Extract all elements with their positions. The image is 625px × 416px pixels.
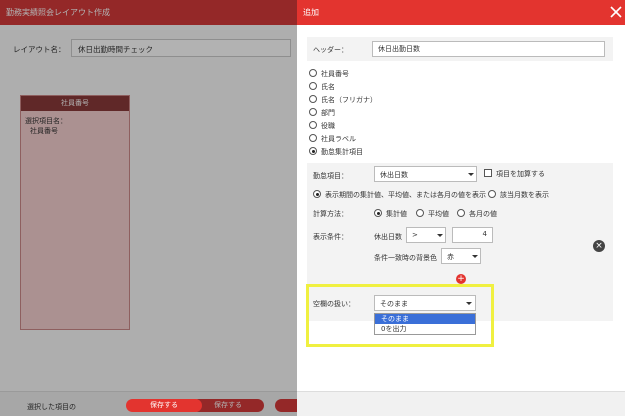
- chevron-down-icon: [466, 302, 472, 305]
- radio-label-display-months: 該当月数を表示: [500, 191, 549, 199]
- condition-value-input[interactable]: 4: [452, 227, 493, 243]
- attendance-item-value: 休出日数: [380, 171, 408, 179]
- match-bg-value: 赤: [447, 253, 454, 261]
- blank-handling-value: そのまま: [380, 300, 408, 308]
- panel-title: 追加: [303, 8, 319, 17]
- dropdown-option-zero[interactable]: 0を出力: [375, 324, 475, 334]
- radio-calc-total[interactable]: [374, 209, 382, 217]
- radio-department[interactable]: [309, 108, 317, 116]
- blank-handling-select[interactable]: そのまま: [374, 295, 476, 311]
- close-icon[interactable]: [608, 4, 624, 20]
- remove-condition-button[interactable]: ×: [593, 240, 605, 252]
- condition-operator-value: >: [412, 231, 418, 239]
- radio-display-months[interactable]: [488, 190, 496, 198]
- header-label: ヘッダー：: [313, 46, 348, 54]
- add-item-checkbox[interactable]: [484, 169, 492, 177]
- radio-name-kana[interactable]: [309, 95, 317, 103]
- match-bg-label: 条件一致時の背景色: [374, 254, 437, 262]
- radio-label-calc-monthly: 各月の値: [469, 210, 497, 218]
- modal-overlay[interactable]: [0, 0, 297, 416]
- radio-calc-average[interactable]: [416, 209, 424, 217]
- chevron-down-icon: [468, 173, 474, 176]
- radio-label-name: 氏名: [321, 83, 335, 91]
- condition-field: 休出日数: [374, 233, 402, 241]
- attendance-item-select[interactable]: 休出日数: [374, 166, 477, 182]
- radio-calc-monthly[interactable]: [457, 209, 465, 217]
- attendance-item-label: 勤怠項目：: [313, 172, 348, 180]
- radio-label-display-aggregate: 表示期間の集計値、平均値、または各月の値を表示: [325, 191, 486, 199]
- panel-header: 追加: [297, 0, 625, 25]
- radio-label-attendance-item: 勤怠集計項目: [321, 148, 363, 156]
- chevron-down-icon: [472, 255, 478, 258]
- radio-label-calc-total: 集計値: [386, 210, 407, 218]
- radio-label-name-kana: 氏名（フリガナ）: [321, 96, 377, 104]
- radio-display-aggregate[interactable]: [313, 190, 321, 198]
- radio-label-employee-label: 社員ラベル: [321, 135, 356, 143]
- radio-name[interactable]: [309, 82, 317, 90]
- add-condition-button[interactable]: +: [456, 274, 466, 284]
- display-condition-label: 表示条件：: [313, 233, 348, 241]
- calc-method-label: 計算方法：: [313, 210, 348, 218]
- dropdown-option-as-is[interactable]: そのまま: [375, 314, 475, 324]
- chevron-down-icon: [437, 234, 443, 237]
- radio-label-calc-average: 平均値: [428, 210, 449, 218]
- blank-handling-dropdown: そのまま 0を出力: [374, 313, 476, 335]
- radio-label-position: 役職: [321, 122, 335, 130]
- add-item-label: 項目を加算する: [496, 170, 545, 178]
- panel-footer: [297, 391, 625, 416]
- radio-attendance-item[interactable]: [309, 147, 317, 155]
- radio-label-department: 部門: [321, 109, 335, 117]
- radio-label-employee-number: 社員番号: [321, 70, 349, 78]
- blank-handling-label: 空欄の扱い：: [313, 300, 355, 308]
- radio-employee-number[interactable]: [309, 69, 317, 77]
- save-button[interactable]: 保存する: [126, 399, 202, 412]
- radio-employee-label[interactable]: [309, 134, 317, 142]
- radio-position[interactable]: [309, 121, 317, 129]
- header-input[interactable]: 休日出勤日数: [372, 41, 605, 57]
